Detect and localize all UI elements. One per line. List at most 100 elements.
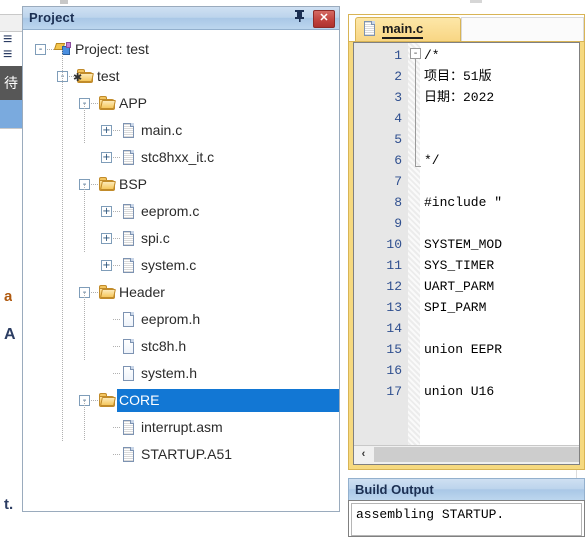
code-line[interactable]: 12 UART_PARM xyxy=(354,276,579,297)
tree-row[interactable]: -BSP xyxy=(23,171,339,198)
tree-connector xyxy=(91,400,99,401)
text-fragment-A: A xyxy=(4,326,16,343)
fold-bracket xyxy=(415,59,416,167)
tree-row[interactable]: -APP xyxy=(23,90,339,117)
tree-guide-line xyxy=(84,104,85,144)
code-text: /* xyxy=(424,48,440,63)
horizontal-scrollbar[interactable]: ‹ xyxy=(354,445,579,464)
code-text: SYSTEM_MOD xyxy=(424,237,503,252)
code-line[interactable]: 1 /* xyxy=(354,45,579,66)
code-line[interactable]: 7 xyxy=(354,171,579,192)
text-fragment-t: t. xyxy=(4,496,14,513)
project-tree[interactable]: - Project: test -✱test-APP + main.c + stc8hxx_… xyxy=(23,36,339,468)
folder-icon xyxy=(99,177,116,192)
h-file-icon xyxy=(121,366,137,381)
code-line[interactable]: 8 #include " xyxy=(354,192,579,213)
tree-row-label: spi.c xyxy=(141,230,170,246)
code-line[interactable]: 13 SPI_PARM xyxy=(354,297,579,318)
line-number: 3 xyxy=(394,90,402,105)
tree-row-label: Header xyxy=(119,284,165,300)
tree-row[interactable]: + spi.c xyxy=(23,225,339,252)
tree-connector xyxy=(113,130,121,131)
tree-row-label: eeprom.h xyxy=(141,311,201,327)
build-output-text-area[interactable]: assembling STARTUP. xyxy=(351,503,582,536)
tree-row-label: stc8hxx_it.c xyxy=(141,149,215,165)
code-line[interactable]: 6 */ xyxy=(354,150,579,171)
code-line[interactable]: 5 xyxy=(354,129,579,150)
window-chrome-artifact-2 xyxy=(470,0,482,3)
build-output-title: Build Output xyxy=(348,478,585,500)
fold-toggle-icon[interactable]: - xyxy=(410,48,421,59)
project-panel: Project ✕ - Project: test -✱test-APP + main.… xyxy=(22,6,340,512)
line-number: 10 xyxy=(386,237,402,252)
editor-tab-strip[interactable]: main.c xyxy=(349,15,584,42)
window-chrome-artifact xyxy=(60,0,68,4)
tree-connector xyxy=(113,157,121,158)
tree-row-label: system.c xyxy=(141,257,197,273)
tree-row-label: system.h xyxy=(141,365,198,381)
code-line[interactable]: 11 SYS_TIMER xyxy=(354,255,579,276)
line-number: 5 xyxy=(394,132,402,147)
code-line[interactable]: 15 union EEPR xyxy=(354,339,579,360)
tree-row[interactable]: STARTUP.A51 xyxy=(23,441,339,468)
code-line[interactable]: 10 SYSTEM_MOD xyxy=(354,234,579,255)
tree-row[interactable]: -CORE xyxy=(23,387,339,414)
tree-connector xyxy=(91,292,99,293)
tree-row[interactable]: eeprom.h xyxy=(23,306,339,333)
code-line[interactable]: 2 项目：51版 xyxy=(354,66,579,87)
tree-guide-line xyxy=(84,293,85,360)
code-line[interactable]: 3 日期：2022 xyxy=(354,87,579,108)
tree-guide-line xyxy=(62,50,63,441)
tree-row[interactable]: -Header xyxy=(23,279,339,306)
line-number: 4 xyxy=(394,111,402,126)
tree-row[interactable]: + main.c xyxy=(23,117,339,144)
pin-icon[interactable] xyxy=(291,10,307,26)
expand-toggle-icon[interactable]: + xyxy=(101,260,112,271)
line-number: 1 xyxy=(394,48,402,63)
background-window-strip: ≡ ≡ 待 a A t. xyxy=(0,0,22,537)
tree-row[interactable]: -✱test xyxy=(23,63,339,90)
line-number: 6 xyxy=(394,153,402,168)
tree-row[interactable]: - Project: test xyxy=(23,36,339,63)
tree-row[interactable]: interrupt.asm xyxy=(23,414,339,441)
expand-toggle-icon[interactable]: + xyxy=(101,125,112,136)
scrollbar-thumb[interactable] xyxy=(374,447,579,462)
tab-main-c[interactable]: main.c xyxy=(355,17,461,41)
code-line[interactable]: 17 union U16 xyxy=(354,381,579,402)
line-number: 12 xyxy=(386,279,402,294)
tree-row-label: BSP xyxy=(119,176,148,192)
list-icon: ≡ ≡ xyxy=(3,32,12,62)
code-text: */ xyxy=(424,153,440,168)
tree-row[interactable]: + system.c xyxy=(23,252,339,279)
tree-row-label: main.c xyxy=(141,122,183,138)
tree-row[interactable]: stc8h.h xyxy=(23,333,339,360)
line-number: 16 xyxy=(386,363,402,378)
expand-toggle-icon[interactable]: + xyxy=(101,206,112,217)
project-tree-container[interactable]: - Project: test -✱test-APP + main.c + stc8hxx_… xyxy=(23,30,339,511)
code-line[interactable]: 16 xyxy=(354,360,579,381)
tree-row-label: test xyxy=(97,68,120,84)
pin-glyph xyxy=(294,10,304,22)
tree-row[interactable]: + eeprom.c xyxy=(23,198,339,225)
code-line[interactable]: 4 xyxy=(354,108,579,129)
code-line[interactable]: 14 xyxy=(354,318,579,339)
close-icon[interactable]: ✕ xyxy=(313,10,335,28)
tree-guide-line xyxy=(84,185,85,252)
tree-row-label: STARTUP.A51 xyxy=(141,446,233,462)
tree-row[interactable]: + stc8hxx_it.c xyxy=(23,144,339,171)
line-number: 11 xyxy=(386,258,402,273)
code-line[interactable]: 9 xyxy=(354,213,579,234)
code-editor[interactable]: 1 /* 2 项目：51版 3 日期：2022 4 5 6 */ 7 8 #include " 9 10 SY… xyxy=(353,42,580,465)
build-output-body[interactable]: assembling STARTUP. xyxy=(348,500,585,537)
h-file-icon xyxy=(121,339,137,354)
folder-icon xyxy=(99,393,116,408)
tree-row-label: stc8h.h xyxy=(141,338,187,354)
expand-toggle-icon[interactable]: + xyxy=(101,233,112,244)
c-file-icon xyxy=(121,123,137,138)
tree-row[interactable]: system.h xyxy=(23,360,339,387)
scroll-left-arrow[interactable]: ‹ xyxy=(354,446,373,463)
expand-toggle-icon[interactable]: + xyxy=(101,152,112,163)
folder-icon xyxy=(99,285,116,300)
collapse-toggle-icon[interactable]: - xyxy=(35,44,46,55)
asm-file-icon xyxy=(121,447,137,462)
